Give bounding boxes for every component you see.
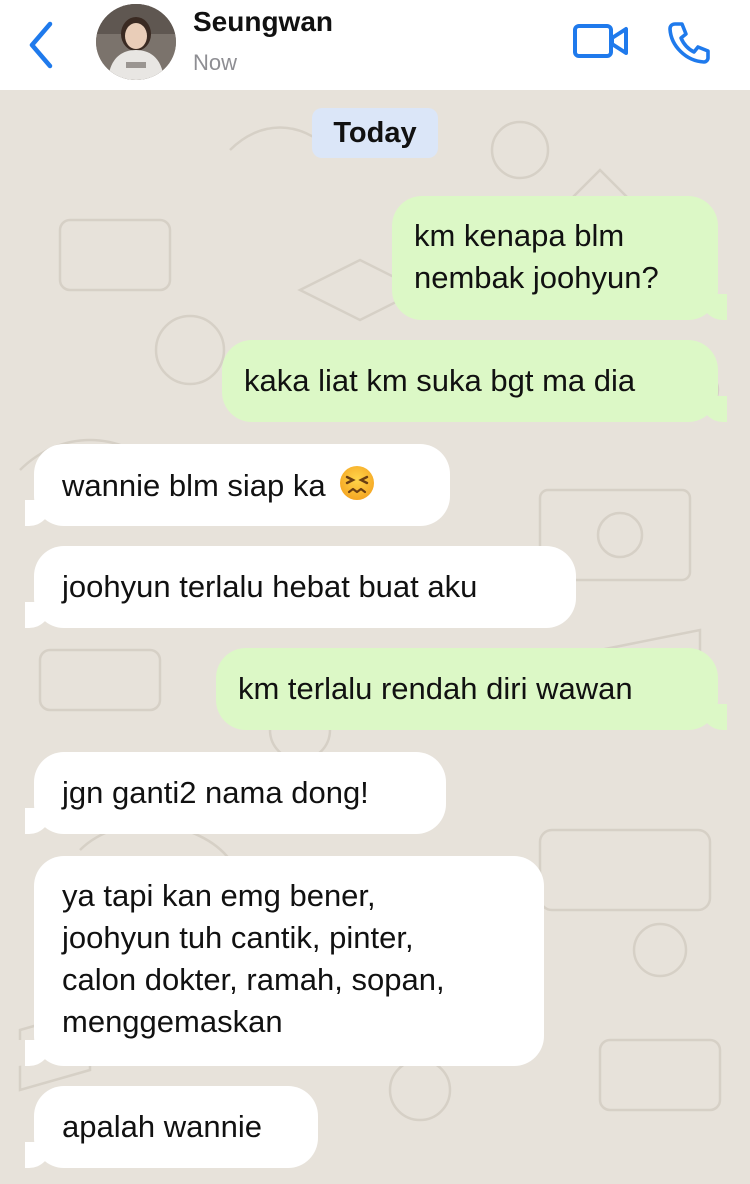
message-text: ya tapi kan emg bener, joohyun tuh canti… <box>62 878 445 1039</box>
message-text: kaka liat km suka bgt ma dia <box>244 363 636 398</box>
message-bubble-received[interactable]: ya tapi kan emg bener, joohyun tuh canti… <box>12 856 544 1066</box>
message-text: wannie blm siap ka <box>62 464 428 507</box>
confounded-face-emoji <box>338 464 376 502</box>
message-text: km terlalu rendah diri wawan <box>238 671 633 706</box>
contact-status: Now <box>193 50 238 75</box>
chevron-left-icon <box>29 21 53 69</box>
message-bubble-received[interactable]: apalah wannie <box>12 1086 318 1168</box>
avatar[interactable] <box>96 4 176 80</box>
message-text: km kenapa blm nembak joohyun? <box>414 218 659 295</box>
message-text: jgn ganti2 nama dong! <box>62 775 369 810</box>
back-button[interactable] <box>22 20 62 70</box>
date-separator: Today <box>312 108 438 158</box>
message-bubble-received[interactable]: wannie blm siap ka <box>12 444 450 526</box>
message-bubble-sent[interactable]: km kenapa blm nembak joohyun? <box>392 196 740 320</box>
message-bubble-sent[interactable]: km terlalu rendah diri wawan <box>216 648 740 730</box>
message-text: apalah wannie <box>62 1109 262 1144</box>
video-call-button[interactable] <box>572 22 630 62</box>
phone-icon <box>668 22 710 64</box>
message-bubble-received[interactable]: joohyun terlalu hebat buat aku <box>12 546 576 628</box>
chat-area[interactable]: Today km kenapa blm nembak joohyun? kaka… <box>0 90 750 1184</box>
contact-name[interactable]: Seungwan <box>193 6 333 38</box>
message-bubble-received[interactable]: jgn ganti2 nama dong! <box>12 752 446 834</box>
chat-header: Seungwan Now <box>0 0 750 90</box>
video-camera-icon <box>573 24 628 58</box>
message-bubble-sent[interactable]: kaka liat km suka bgt ma dia <box>222 340 740 422</box>
message-text: joohyun terlalu hebat buat aku <box>62 569 478 604</box>
voice-call-button[interactable] <box>666 20 712 64</box>
